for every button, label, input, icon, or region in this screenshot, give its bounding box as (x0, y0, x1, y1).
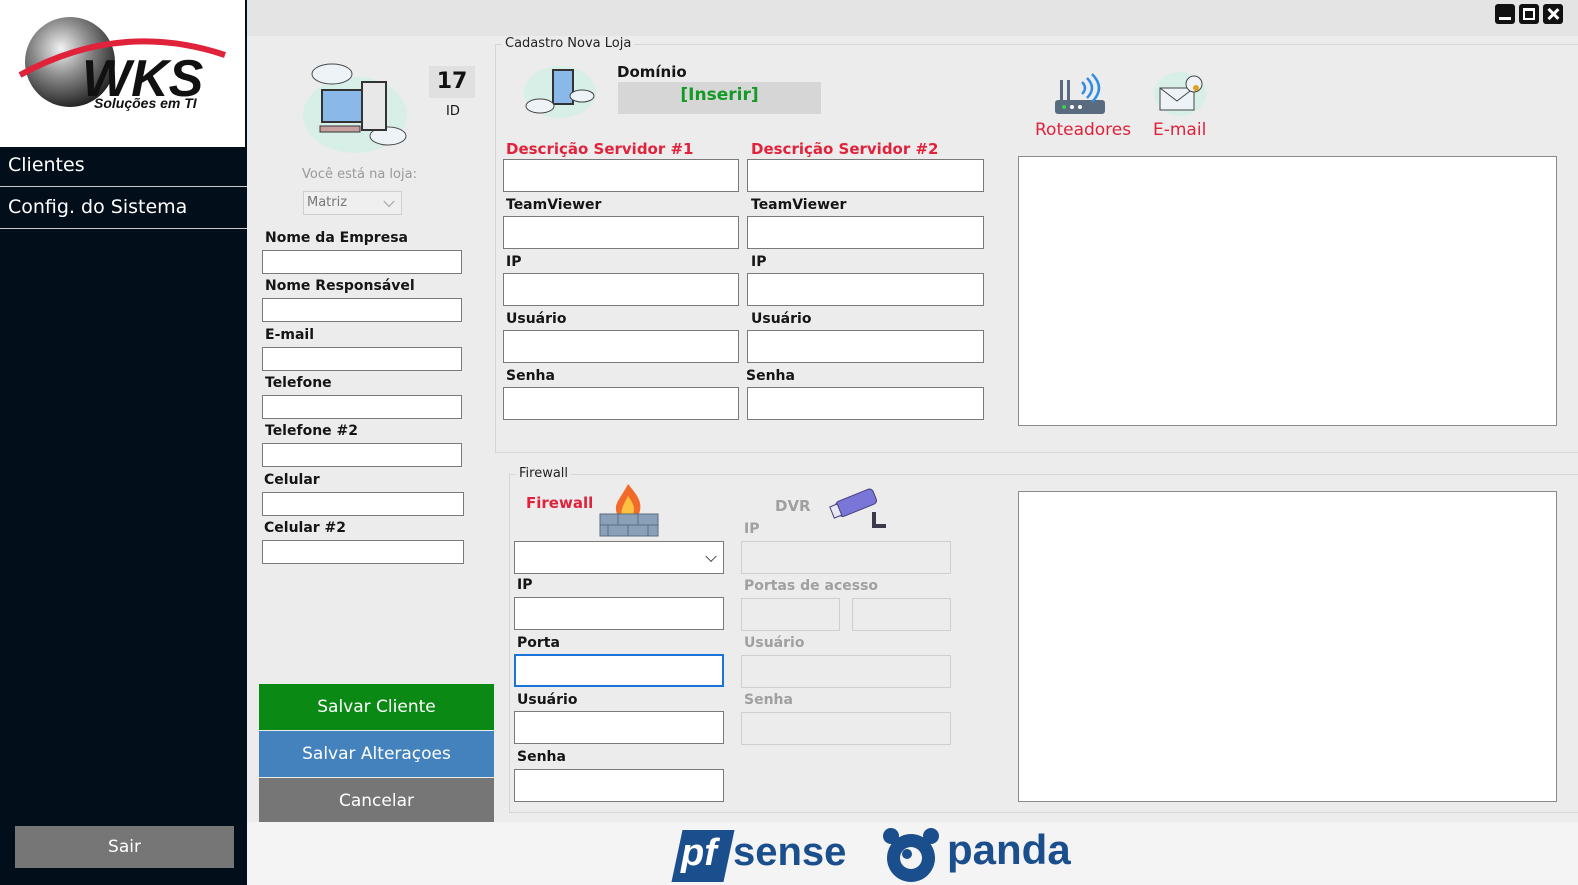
dvr-password-field[interactable] (741, 712, 951, 745)
store-prompt: Você está na loja: (302, 167, 417, 182)
firewall-user-field[interactable] (514, 711, 724, 744)
server1-teamviewer-label: TeamViewer (506, 197, 602, 213)
sidebar-item-label: Clientes (8, 154, 85, 176)
firewall-group-title: Firewall (516, 466, 572, 481)
panda-logo-text: panda (947, 826, 1071, 873)
company-name-field[interactable] (262, 250, 462, 274)
domain-label: Domínio (617, 63, 687, 81)
server1-teamviewer-field[interactable] (503, 216, 739, 249)
server2-description-field[interactable] (747, 159, 984, 192)
sidebar-item-clientes[interactable]: Clientes (0, 147, 247, 187)
firewall-password-field[interactable] (514, 769, 724, 802)
client-id-label: ID (446, 104, 460, 119)
dvr-password-label: Senha (744, 692, 793, 708)
firewall-password-label: Senha (517, 749, 566, 765)
store-group-title: Cadastro Nova Loja (502, 36, 635, 51)
wks-logo-icon: WKS (18, 17, 226, 108)
routers-link[interactable]: Roteadores (1035, 120, 1131, 140)
email-field[interactable] (262, 347, 462, 371)
mobile2-field[interactable] (262, 540, 464, 564)
client-id-value: 17 (429, 66, 475, 98)
camera-icon (828, 482, 888, 536)
mobile2-label: Celular #2 (264, 520, 347, 536)
phone-field[interactable] (262, 395, 462, 419)
email-icon[interactable] (1152, 66, 1208, 122)
server2-password-label: Senha (746, 368, 795, 384)
mobile-field[interactable] (262, 492, 464, 516)
client-computer-icon (300, 60, 410, 159)
server2-title: Descrição Servidor #2 (751, 140, 939, 158)
logo-tagline: Soluções em TI (94, 95, 197, 111)
firewall-port-field[interactable] (514, 654, 724, 687)
server2-ip-field[interactable] (747, 273, 984, 306)
firewall-notes-textarea[interactable] (1018, 491, 1557, 802)
phone2-label: Telefone #2 (265, 423, 358, 439)
server2-ip-label: IP (751, 254, 767, 270)
server1-ip-label: IP (506, 254, 522, 270)
store-notes-textarea[interactable] (1018, 156, 1557, 426)
firewall-label: Firewall (526, 494, 594, 512)
server1-title: Descrição Servidor #1 (506, 140, 694, 158)
responsible-name-field[interactable] (262, 298, 462, 322)
firewall-port-label: Porta (517, 635, 560, 651)
sidebar-item-config[interactable]: Config. do Sistema (0, 189, 247, 229)
server2-user-label: Usuário (751, 311, 812, 327)
store-select-value: Matriz (307, 195, 348, 210)
dvr-port1-field[interactable] (741, 598, 840, 631)
server2-teamviewer-label: TeamViewer (751, 197, 847, 213)
exit-button[interactable]: Sair (15, 826, 234, 868)
server1-password-field[interactable] (503, 387, 739, 420)
server2-user-field[interactable] (747, 330, 984, 363)
save-client-button[interactable]: Salvar Cliente (259, 684, 494, 730)
dvr-user-field[interactable] (741, 655, 951, 688)
chevron-down-icon (705, 550, 717, 562)
domain-value[interactable]: [Inserir] (618, 82, 821, 114)
email-label: E-mail (265, 327, 315, 343)
email-link[interactable]: E-mail (1153, 120, 1206, 140)
firewall-icon (598, 482, 660, 542)
dvr-ip-field[interactable] (741, 541, 951, 574)
cancel-button[interactable]: Cancelar (259, 778, 494, 824)
company-logo: WKS Soluções em TI (0, 0, 245, 147)
sidebar-item-label: Config. do Sistema (8, 196, 188, 218)
save-changes-button[interactable]: Salvar Alteraçoes (259, 731, 494, 777)
dvr-ports-label: Portas de acesso (744, 578, 879, 594)
server1-password-label: Senha (506, 368, 555, 384)
dvr-ip-label: IP (744, 521, 760, 537)
company-name-label: Nome da Empresa (265, 230, 408, 246)
sidebar: WKS Soluções em TI Clientes Config. do S… (0, 0, 247, 885)
dvr-user-label: Usuário (744, 635, 805, 651)
server1-user-field[interactable] (503, 330, 739, 363)
minimize-icon[interactable] (1495, 4, 1515, 24)
phone2-field[interactable] (262, 443, 462, 467)
firewall-ip-label: IP (517, 577, 533, 593)
chevron-down-icon (383, 195, 395, 208)
phone-label: Telefone (265, 375, 332, 391)
responsible-name-label: Nome Responsável (265, 278, 415, 294)
title-bar (247, 0, 1578, 36)
dvr-label: DVR (775, 497, 811, 515)
close-icon[interactable] (1543, 4, 1563, 24)
firewall-ip-field[interactable] (514, 597, 724, 630)
firewall-user-label: Usuário (517, 692, 578, 708)
server2-teamviewer-field[interactable] (747, 216, 984, 249)
server-cloud-icon (520, 62, 598, 124)
maximize-icon[interactable] (1519, 4, 1539, 24)
router-icon[interactable] (1052, 68, 1108, 122)
panda-logo-icon (881, 826, 941, 885)
store-select[interactable]: Matriz (303, 191, 402, 215)
server2-password-field[interactable] (747, 387, 984, 420)
server1-description-field[interactable] (503, 159, 739, 192)
server1-ip-field[interactable] (503, 273, 739, 306)
mobile-label: Celular (264, 472, 320, 488)
dvr-port2-field[interactable] (852, 598, 951, 631)
firewall-select[interactable] (514, 541, 724, 574)
server1-user-label: Usuário (506, 311, 567, 327)
